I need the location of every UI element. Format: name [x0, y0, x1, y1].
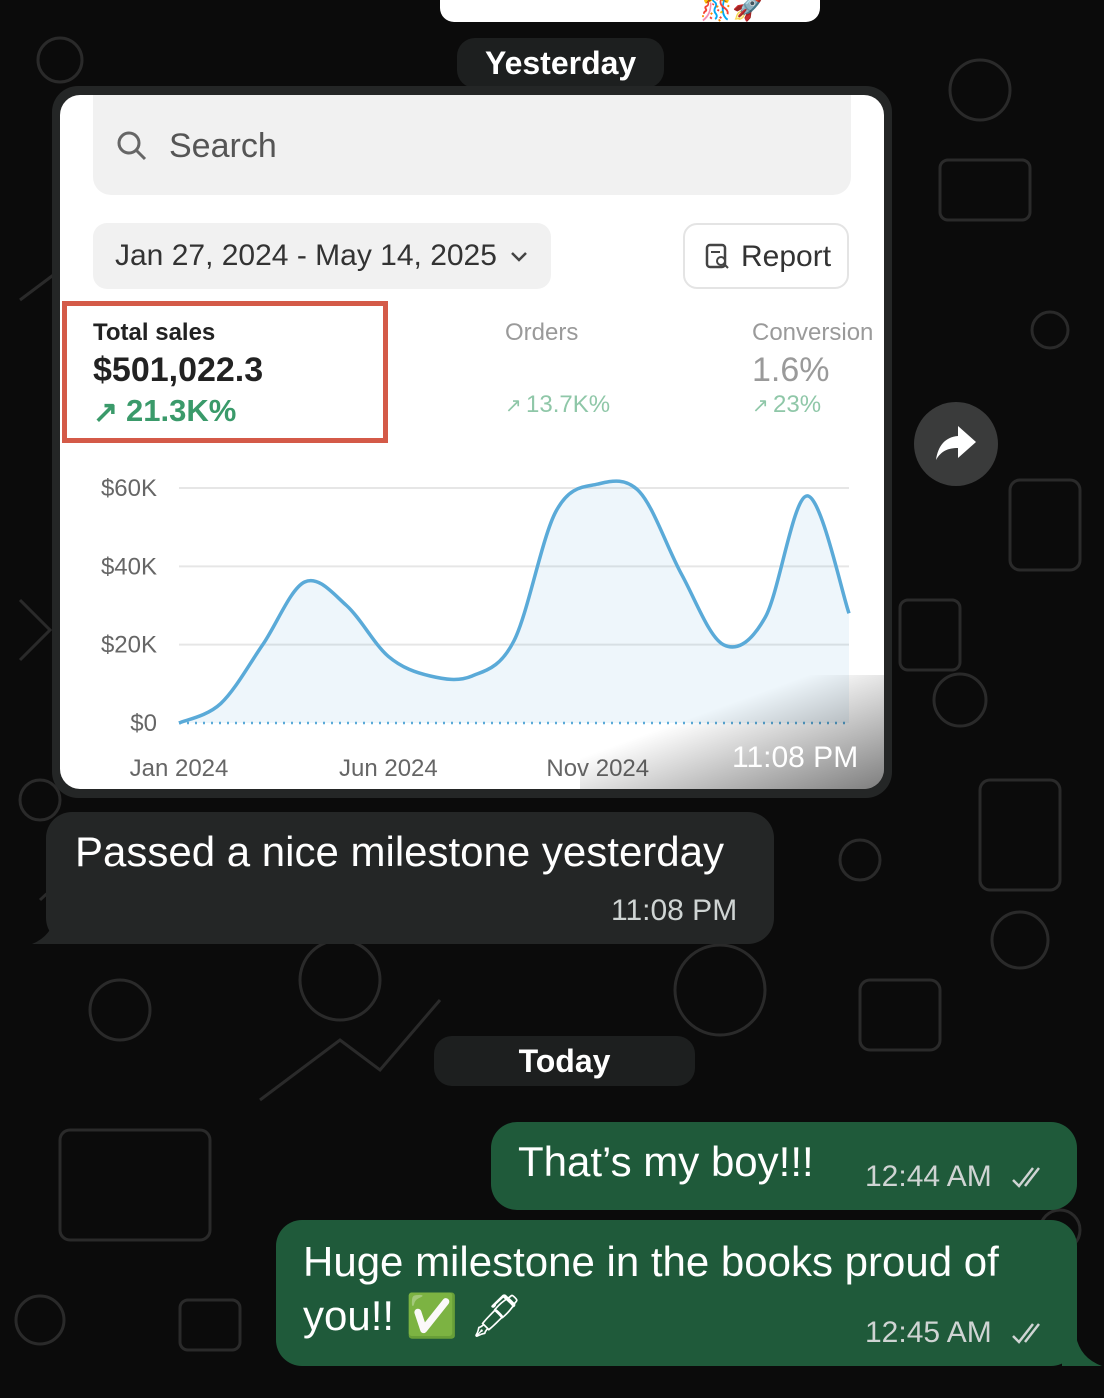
- bubble-tail: [1062, 1336, 1102, 1366]
- bubble-tail: [32, 914, 72, 944]
- date-separator-label: Yesterday: [485, 45, 637, 81]
- y-tick-label: $0: [130, 710, 157, 737]
- message-time: 12:44 AM: [865, 1160, 992, 1193]
- x-tick-label: Jun 2024: [339, 755, 438, 782]
- incoming-message[interactable]: Passed a nice milestone yesterday 11:08 …: [32, 812, 774, 944]
- message-time: 12:45 AM: [865, 1316, 992, 1349]
- emoji-icon: 🎊🚀: [700, 0, 765, 22]
- message-text: Passed a nice milestone yesterday: [75, 828, 725, 875]
- date-separator-yesterday: Yesterday: [457, 38, 665, 88]
- message-text: That’s my boy!!!: [518, 1138, 814, 1185]
- forward-button[interactable]: [914, 402, 998, 486]
- message-text-line2: you!! ✅ 🖋: [303, 1292, 524, 1339]
- date-separator-label: Today: [518, 1043, 611, 1079]
- image-timestamp: 11:08 PM: [732, 741, 859, 774]
- sales-dashboard-screenshot[interactable]: Search Jan 27, 2024 - May 14, 2025 Repor…: [60, 95, 884, 789]
- message-text-line1: Huge milestone in the books proud of: [303, 1238, 999, 1285]
- previous-message-cutoff: 🎊🚀: [440, 0, 820, 22]
- y-tick-label: $20K: [101, 632, 157, 659]
- message-time: 11:08 PM: [611, 894, 738, 927]
- double-check-icon: [1012, 1323, 1040, 1344]
- y-tick-label: $40K: [101, 553, 157, 580]
- forward-arrow-icon: [936, 426, 976, 460]
- double-check-icon: [1012, 1167, 1040, 1188]
- y-tick-label: $60K: [101, 475, 157, 502]
- outgoing-message[interactable]: Huge milestone in the books proud of you…: [276, 1220, 1102, 1366]
- x-tick-label: Jan 2024: [130, 755, 229, 782]
- outgoing-message[interactable]: That’s my boy!!! 12:44 AM: [491, 1122, 1077, 1210]
- date-separator-today: Today: [434, 1036, 695, 1086]
